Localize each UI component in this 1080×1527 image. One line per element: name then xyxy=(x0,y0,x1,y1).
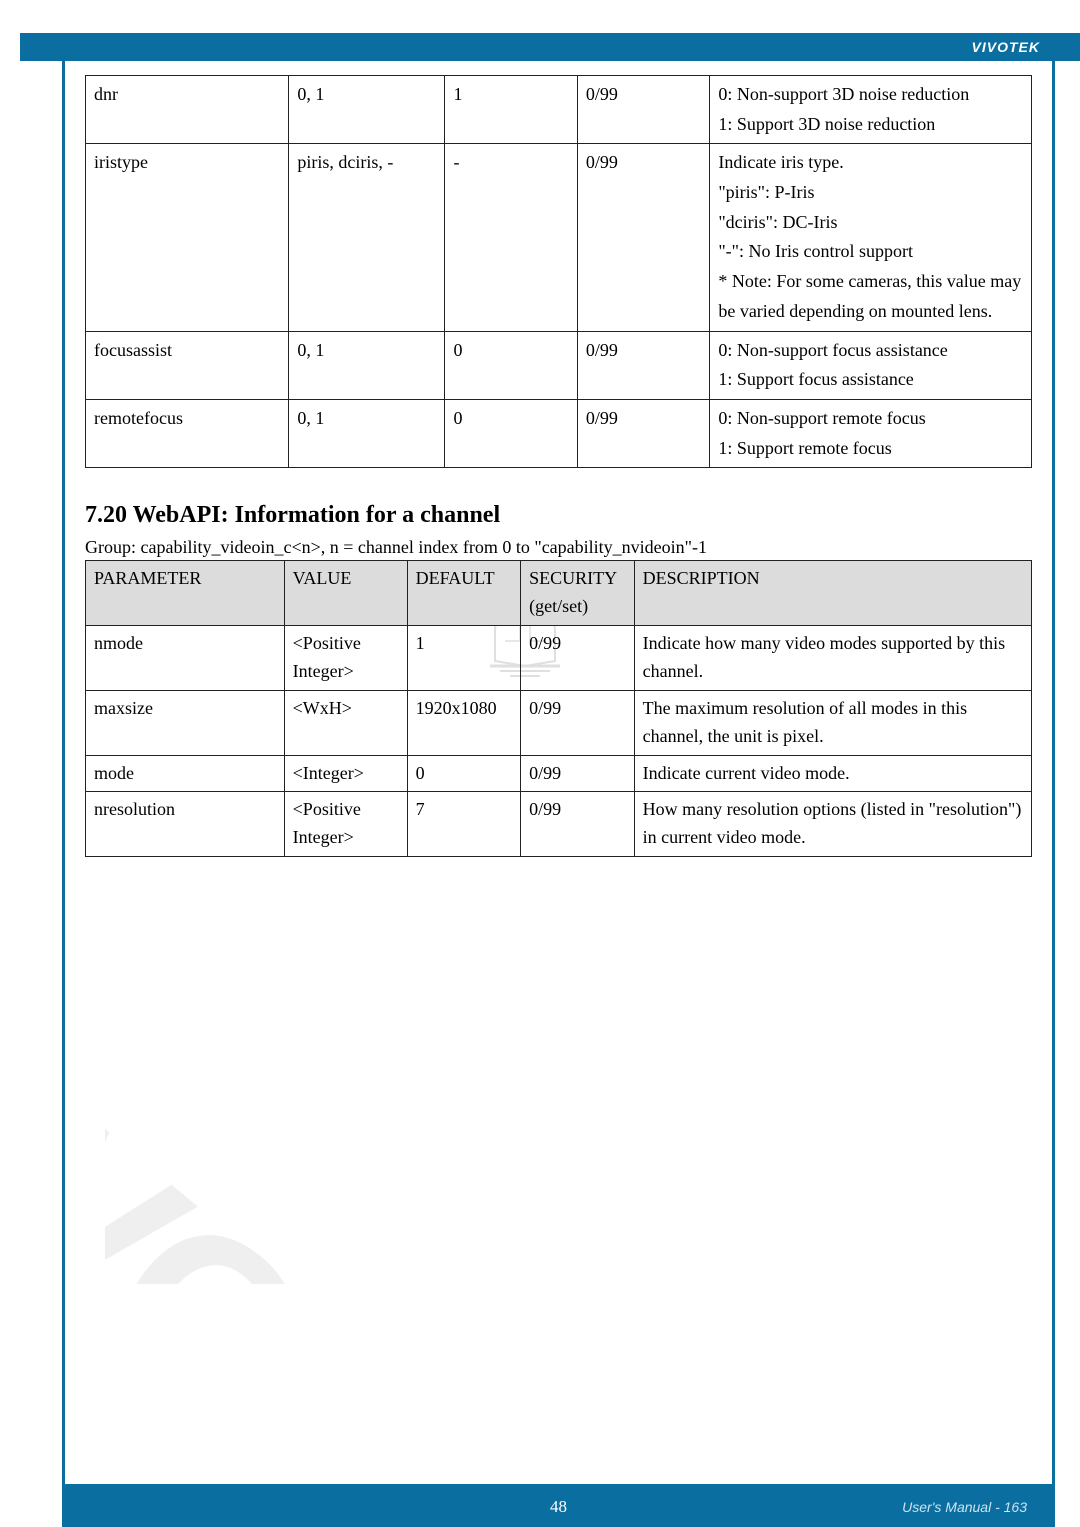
cell-security: 0/99 xyxy=(577,144,709,331)
col-default: DEFAULT xyxy=(407,561,521,626)
cell-security: 0/99 xyxy=(577,76,709,144)
cell-default: 1920x1080 xyxy=(407,690,521,755)
cell-value: 0, 1 xyxy=(289,76,445,144)
cell-description: 0: Non-support remote focus 1: Support r… xyxy=(710,399,1032,467)
cell-description: 0: Non-support 3D noise reduction 1: Sup… xyxy=(710,76,1032,144)
cell-value: <Positive Integer> xyxy=(284,792,407,857)
cell-value: 0, 1 xyxy=(289,331,445,399)
header-brand: VIVOTEK xyxy=(972,39,1040,55)
cell-parameter: nmode xyxy=(86,626,285,691)
cell-parameter: dnr xyxy=(86,76,289,144)
table-header-row: PARAMETER VALUE DEFAULT SECURITY (get/se… xyxy=(86,561,1032,626)
cell-parameter: iristype xyxy=(86,144,289,331)
cell-default: - xyxy=(445,144,577,331)
cell-description: Indicate how many video modes supported … xyxy=(634,626,1031,691)
cell-description: 0: Non-support focus assistance 1: Suppo… xyxy=(710,331,1032,399)
cell-security: 0/99 xyxy=(577,331,709,399)
cell-value: piris, dciris, - xyxy=(289,144,445,331)
table-row: dnr 0, 1 1 0/99 0: Non-support 3D noise … xyxy=(86,76,1032,144)
footer-manual-ref: User's Manual - 163 xyxy=(902,1499,1027,1515)
cell-description: Indicate current video mode. xyxy=(634,755,1031,792)
cell-parameter: nresolution xyxy=(86,792,285,857)
cell-description: Indicate iris type. "piris": P-Iris "dci… xyxy=(710,144,1032,331)
cell-value: <WxH> xyxy=(284,690,407,755)
content-area: dnr 0, 1 1 0/99 0: Non-support 3D noise … xyxy=(85,75,1032,857)
cell-value: <Integer> xyxy=(284,755,407,792)
table-parameters-2: PARAMETER VALUE DEFAULT SECURITY (get/se… xyxy=(85,560,1032,857)
table-row: maxsize <WxH> 1920x1080 0/99 The maximum… xyxy=(86,690,1032,755)
footer-bar: 48 User's Manual - 163 xyxy=(62,1487,1055,1527)
cell-default: 1 xyxy=(445,76,577,144)
table-row: nmode <Positive Integer> 1 0/99 Indicate… xyxy=(86,626,1032,691)
cell-parameter: maxsize xyxy=(86,690,285,755)
table-row: remotefocus 0, 1 0 0/99 0: Non-support r… xyxy=(86,399,1032,467)
cell-default: 0 xyxy=(445,399,577,467)
section-heading: 7.20 WebAPI: Information for a channel xyxy=(85,502,1032,529)
col-description: DESCRIPTION xyxy=(634,561,1031,626)
col-security: SECURITY (get/set) xyxy=(521,561,635,626)
cell-parameter: mode xyxy=(86,755,285,792)
cell-parameter: remotefocus xyxy=(86,399,289,467)
table-row: mode <Integer> 0 0/99 Indicate current v… xyxy=(86,755,1032,792)
cell-parameter: focusassist xyxy=(86,331,289,399)
table-parameters-1: dnr 0, 1 1 0/99 0: Non-support 3D noise … xyxy=(85,75,1032,468)
cell-security: 0/99 xyxy=(521,792,635,857)
cell-default: 0 xyxy=(407,755,521,792)
table-row: focusassist 0, 1 0 0/99 0: Non-support f… xyxy=(86,331,1032,399)
cell-description: How many resolution options (listed in "… xyxy=(634,792,1031,857)
cell-security: 0/99 xyxy=(521,626,635,691)
cell-value: <Positive Integer> xyxy=(284,626,407,691)
col-parameter: PARAMETER xyxy=(86,561,285,626)
page-frame: VIVOTEK Confidential dnr 0, 1 1 0/99 0: … xyxy=(62,61,1055,1487)
cell-value: 0, 1 xyxy=(289,399,445,467)
cell-security: 0/99 xyxy=(521,755,635,792)
table-row: iristype piris, dciris, - - 0/99 Indicat… xyxy=(86,144,1032,331)
cell-default: 7 xyxy=(407,792,521,857)
table-row: nresolution <Positive Integer> 7 0/99 Ho… xyxy=(86,792,1032,857)
cell-security: 0/99 xyxy=(521,690,635,755)
section-note: Group: capability_videoin_c<n>, n = chan… xyxy=(85,537,1032,558)
cell-description: The maximum resolution of all modes in t… xyxy=(634,690,1031,755)
col-value: VALUE xyxy=(284,561,407,626)
cell-default: 0 xyxy=(445,331,577,399)
cell-security: 0/99 xyxy=(577,399,709,467)
watermark-text: VIVOTEK Confidential xyxy=(105,941,891,1284)
cell-default: 1 xyxy=(407,626,521,691)
header-bar: VIVOTEK xyxy=(20,33,1080,61)
